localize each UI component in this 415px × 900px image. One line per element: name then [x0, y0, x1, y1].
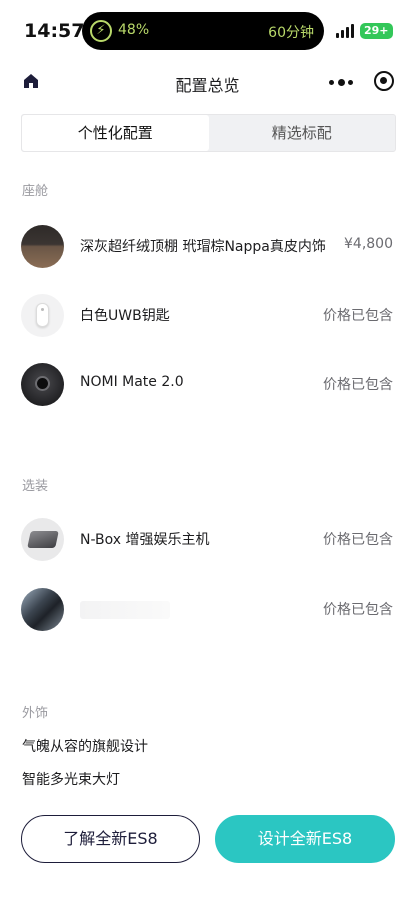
item-price: 价格已包含: [323, 602, 393, 618]
item-name: N-Box 增强娱乐主机: [80, 532, 210, 548]
config-tabs: 个性化配置 精选标配: [21, 114, 396, 152]
uwb-key-icon: [21, 294, 64, 337]
nomi-mate-icon: [21, 363, 64, 406]
section-label-exterior: 外饰: [22, 706, 49, 721]
interior-swatch-icon: [21, 225, 64, 268]
dynamic-island: ⚡ 48% 60分钟: [82, 12, 324, 50]
close-miniapp-icon[interactable]: [374, 71, 394, 91]
status-bar: 14:57 ⚡ 48% 60分钟 29+: [0, 0, 415, 58]
interior-photo-icon: [21, 588, 64, 631]
charging-bolt-icon: ⚡: [90, 20, 112, 42]
more-icon[interactable]: [326, 74, 356, 90]
island-timer: 60分钟: [268, 25, 314, 41]
list-item[interactable]: 深灰超纤绒顶棚 玳瑁棕Nappa真皮内饰 ¥4,800: [0, 222, 415, 272]
signal-icon: [336, 24, 356, 38]
item-price: 价格已包含: [323, 532, 393, 548]
item-name-placeholder: [80, 601, 170, 619]
learn-es8-button[interactable]: 了解全新ES8: [21, 815, 200, 863]
tab-standard[interactable]: 精选标配: [209, 115, 396, 151]
battery-percent: 48%: [118, 22, 150, 38]
section-label-cabin: 座舱: [22, 184, 49, 199]
design-es8-button[interactable]: 设计全新ES8: [215, 815, 395, 863]
tab-personalized[interactable]: 个性化配置: [22, 115, 209, 151]
list-item[interactable]: 价格已包含: [0, 585, 415, 635]
section-label-options: 选装: [22, 479, 49, 494]
item-price: ¥4,800: [344, 236, 393, 252]
list-item[interactable]: N-Box 增强娱乐主机 价格已包含: [0, 515, 415, 565]
list-item[interactable]: NOMI Mate 2.0 价格已包含: [0, 360, 415, 410]
item-name: 深灰超纤绒顶棚 玳瑁棕Nappa真皮内饰: [80, 239, 326, 255]
item-name: NOMI Mate 2.0: [80, 374, 184, 390]
list-item[interactable]: 白色UWB钥匙 价格已包含: [0, 291, 415, 341]
exterior-item: 气魄从容的旗舰设计: [22, 739, 148, 755]
item-price: 价格已包含: [323, 308, 393, 324]
nbox-console-icon: [21, 518, 64, 561]
exterior-item: 智能多光束大灯: [22, 772, 120, 788]
item-name: 白色UWB钥匙: [80, 308, 170, 324]
nav-bar: 配置总览: [0, 60, 415, 104]
status-time: 14:57: [24, 20, 85, 42]
battery-badge: 29+: [360, 23, 393, 39]
item-price: 价格已包含: [323, 377, 393, 393]
